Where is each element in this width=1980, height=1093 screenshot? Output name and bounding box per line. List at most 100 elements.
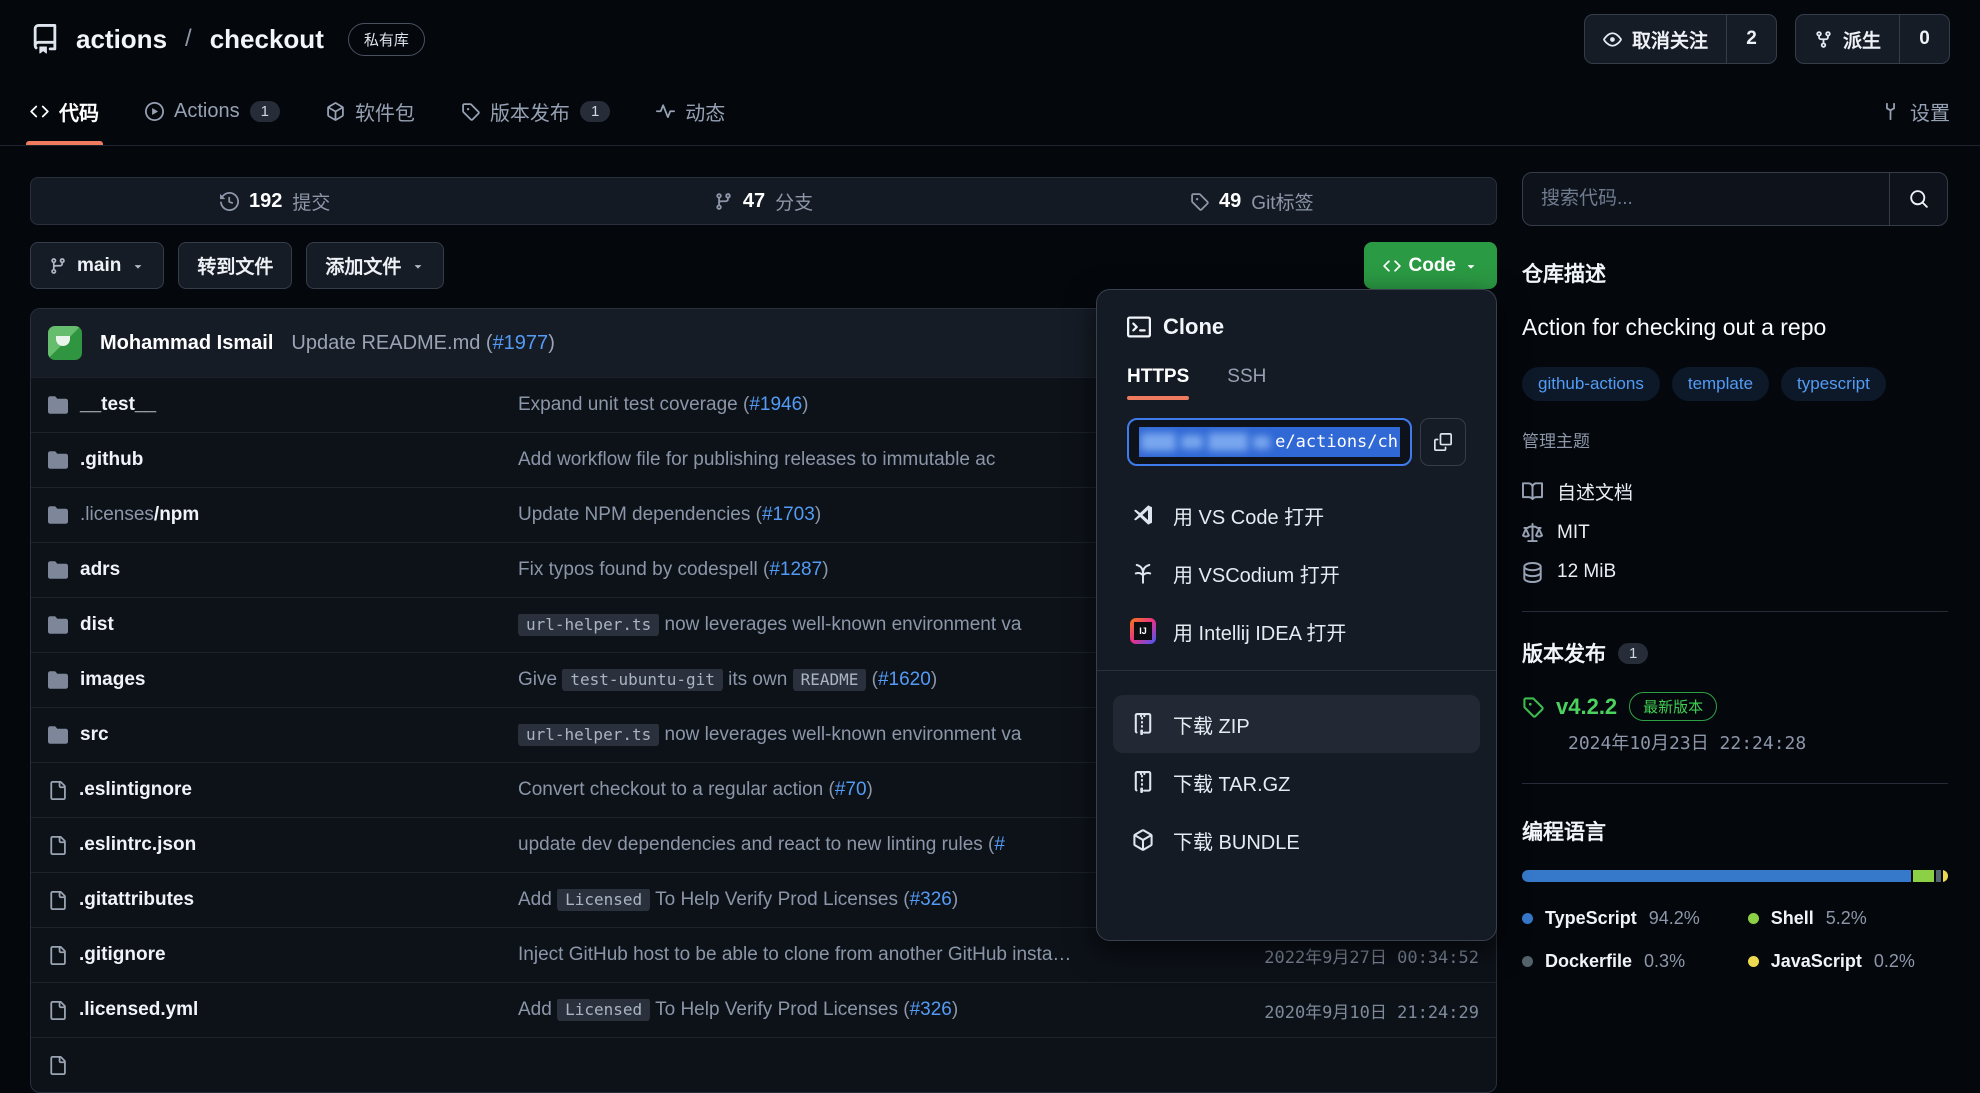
- language-bar[interactable]: [1522, 870, 1948, 882]
- forks-count[interactable]: 0: [1899, 15, 1949, 63]
- repo-meta-item[interactable]: 12 MiB: [1522, 561, 1948, 583]
- release-version-link[interactable]: v4.2.2: [1556, 694, 1617, 720]
- folder-icon: [48, 560, 68, 580]
- clone-url-input[interactable]: e/actions/ch: [1127, 418, 1412, 466]
- tab-activity-label: 动态: [685, 97, 725, 126]
- file-link[interactable]: .github: [80, 449, 143, 471]
- file-link[interactable]: .eslintignore: [79, 779, 192, 801]
- file-link[interactable]: __test__: [80, 394, 156, 416]
- file-link[interactable]: .gitignore: [79, 944, 166, 966]
- language-color-dot: [1522, 956, 1533, 967]
- tab-code[interactable]: 代码: [30, 78, 99, 145]
- fork-button[interactable]: 派生: [1796, 15, 1899, 63]
- manage-topics-link[interactable]: 管理主题: [1522, 427, 1948, 452]
- menu-item-label: 下载 ZIP: [1173, 710, 1250, 739]
- tab-packages[interactable]: 软件包: [326, 78, 415, 145]
- repo-link[interactable]: checkout: [210, 24, 324, 55]
- avatar[interactable]: [48, 326, 82, 360]
- issue-link[interactable]: #1287: [769, 559, 822, 580]
- clone-title: Clone: [1163, 314, 1224, 340]
- folder-icon: [48, 505, 68, 525]
- play-circle-icon: [145, 102, 164, 121]
- tab-settings[interactable]: 设置: [1881, 78, 1950, 145]
- commit-message-cell: Add Licensed To Help Verify Prod License…: [518, 999, 1100, 1021]
- copy-url-button[interactable]: [1420, 418, 1466, 466]
- owner-link[interactable]: actions: [76, 24, 167, 55]
- clone-tab-ssh[interactable]: SSH: [1227, 366, 1266, 400]
- file-link[interactable]: src: [80, 724, 109, 746]
- file-link[interactable]: .gitattributes: [79, 889, 194, 911]
- language-legend-item[interactable]: Shell5.2%: [1748, 908, 1948, 929]
- code-search-box: [1522, 172, 1948, 226]
- language-legend-item[interactable]: TypeScript94.2%: [1522, 908, 1748, 929]
- branch-selector[interactable]: main: [30, 242, 164, 289]
- file-link[interactable]: .eslintrc.json: [79, 834, 196, 856]
- tags-stat[interactable]: 49 Git标签: [1008, 188, 1496, 215]
- open-in-editor-item[interactable]: IJ用 Intellij IDEA 打开: [1113, 602, 1480, 660]
- tab-releases[interactable]: 版本发布 1: [461, 78, 610, 145]
- language-legend-item[interactable]: Dockerfile0.3%: [1522, 951, 1748, 972]
- commit-message-text: ): [952, 889, 958, 910]
- code-chip: test-ubuntu-git: [562, 669, 723, 691]
- commit-date-cell: 2022年9月27日 00:34:52: [1100, 943, 1479, 968]
- commit-message[interactable]: Update README.md (#1977): [291, 332, 554, 355]
- issue-link[interactable]: #326: [910, 889, 952, 910]
- go-to-file-button[interactable]: 转到文件: [178, 242, 292, 289]
- file-icon: [48, 891, 67, 910]
- folder-icon: [48, 615, 68, 635]
- repo-meta-item[interactable]: MIT: [1522, 522, 1948, 544]
- repo-meta-item[interactable]: 自述文档: [1522, 478, 1948, 505]
- language-name: JavaScript: [1771, 951, 1862, 972]
- add-file-label: 添加文件: [325, 252, 401, 279]
- commit-message-text: Expand unit test coverage (: [518, 394, 749, 415]
- code-dropdown-button[interactable]: Code: [1364, 242, 1498, 289]
- file-name-cell: .gitattributes: [48, 889, 518, 911]
- tab-activity[interactable]: 动态: [656, 78, 725, 145]
- topic-pill[interactable]: typescript: [1781, 367, 1886, 401]
- clone-tab-https[interactable]: HTTPS: [1127, 366, 1189, 400]
- language-percent: 0.2%: [1874, 951, 1915, 972]
- download-item[interactable]: 下载 BUNDLE: [1113, 811, 1480, 869]
- clone-dropdown: Clone HTTPS SSH e/actions/ch 用 VS Code 打…: [1096, 289, 1497, 941]
- open-in-editor-item[interactable]: 用 VS Code 打开: [1113, 486, 1480, 544]
- add-file-button[interactable]: 添加文件: [306, 242, 444, 289]
- file-link[interactable]: adrs: [80, 559, 120, 581]
- language-bar-segment: [1913, 870, 1934, 882]
- search-button[interactable]: [1889, 173, 1947, 225]
- tag-icon: [1190, 192, 1209, 211]
- file-link[interactable]: .licensed.yml: [79, 999, 198, 1021]
- branches-stat[interactable]: 47 分支: [519, 188, 1007, 215]
- release-row: v4.2.2 最新版本: [1522, 692, 1948, 721]
- code-search-input[interactable]: [1523, 173, 1889, 225]
- issue-link[interactable]: #1703: [762, 504, 815, 525]
- download-item[interactable]: 下载 ZIP: [1113, 695, 1480, 753]
- issue-link[interactable]: #1977: [493, 332, 549, 354]
- open-in-editor-item[interactable]: 用 VSCodium 打开: [1113, 544, 1480, 602]
- code-chip: url-helper.ts: [518, 724, 659, 746]
- releases-heading: 版本发布: [1522, 638, 1606, 668]
- watchers-count[interactable]: 2: [1726, 15, 1776, 63]
- unwatch-button[interactable]: 取消关注: [1585, 15, 1726, 63]
- commit-message-text: Add: [518, 999, 557, 1020]
- topic-pill[interactable]: github-actions: [1522, 367, 1660, 401]
- branches-count: 47: [743, 190, 765, 213]
- issue-link[interactable]: #70: [835, 779, 867, 800]
- file-link[interactable]: images: [80, 669, 145, 691]
- topic-pill[interactable]: template: [1672, 367, 1769, 401]
- commit-author[interactable]: Mohammad Ismail: [100, 332, 273, 355]
- vscode-icon: [1129, 503, 1157, 527]
- issue-link[interactable]: #1620: [878, 669, 931, 690]
- tab-actions[interactable]: Actions 1: [145, 78, 280, 145]
- commits-stat[interactable]: 192 提交: [31, 188, 519, 215]
- file-link[interactable]: dist: [80, 614, 114, 636]
- language-legend-item[interactable]: JavaScript 0.2%: [1748, 951, 1948, 972]
- file-link[interactable]: .licenses/npm: [80, 504, 199, 526]
- issue-link[interactable]: #: [994, 834, 1005, 855]
- law-icon: [1522, 523, 1543, 544]
- tags-label: Git标签: [1251, 188, 1313, 215]
- issue-link[interactable]: #326: [910, 999, 952, 1020]
- menu-item-label: 用 Intellij IDEA 打开: [1173, 617, 1346, 646]
- download-item[interactable]: 下载 TAR.GZ: [1113, 753, 1480, 811]
- issue-link[interactable]: #1946: [749, 394, 802, 415]
- clone-input-row: e/actions/ch: [1127, 418, 1466, 466]
